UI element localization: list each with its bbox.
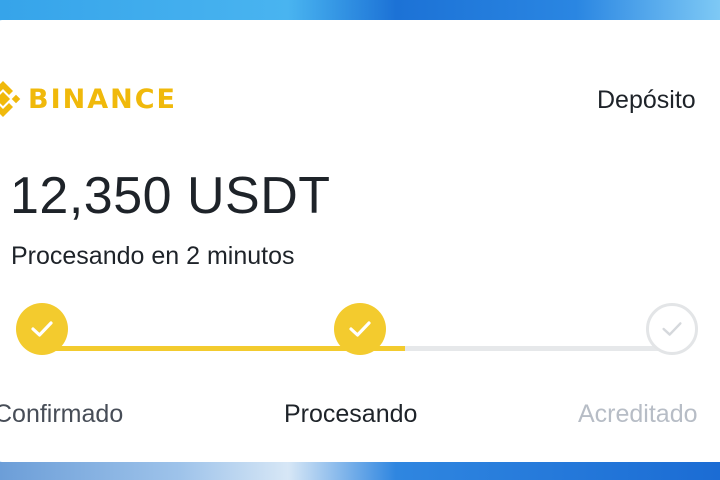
step-label-credited: Acreditado xyxy=(578,400,698,428)
step-processing-dot xyxy=(334,303,386,355)
step-credited-dot xyxy=(646,303,698,355)
page-title: Depósito xyxy=(597,86,696,114)
step-label-processing: Procesando xyxy=(284,400,418,428)
deposit-card: BINANCE Depósito 12,350 USDT Procesando … xyxy=(0,20,720,462)
binance-logo-icon xyxy=(0,78,24,120)
background-top xyxy=(0,0,720,22)
deposit-amount: 12,350 USDT xyxy=(10,167,331,225)
check-icon xyxy=(349,321,371,337)
binance-logo: BINANCE xyxy=(0,78,177,120)
progress-track-pending xyxy=(405,346,665,351)
deposit-status-text: Procesando en 2 minutos xyxy=(11,242,295,270)
step-label-confirmed: Confirmado xyxy=(0,400,124,428)
check-icon xyxy=(31,321,53,337)
brand-name: BINANCE xyxy=(28,83,177,115)
check-icon xyxy=(662,322,682,336)
step-confirmed-dot xyxy=(16,303,68,355)
background-bottom xyxy=(0,462,720,480)
